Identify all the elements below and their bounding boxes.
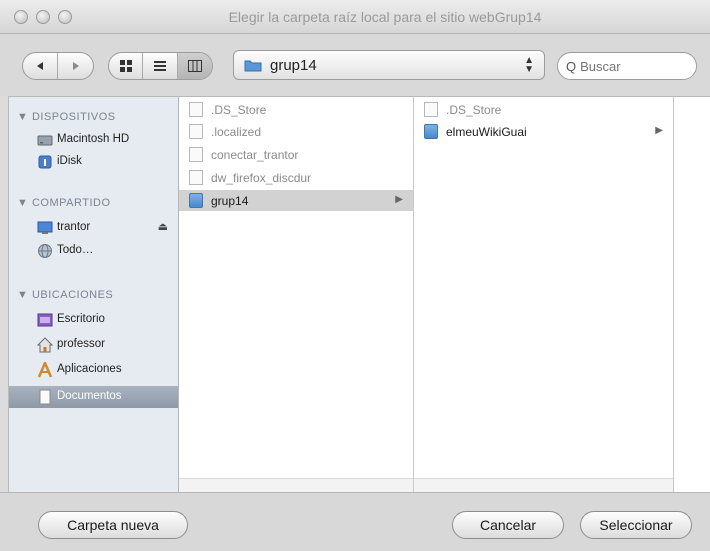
search-icon: Q bbox=[566, 58, 577, 74]
sidebar-section-places[interactable]: ▼ UBICACIONES bbox=[17, 289, 113, 301]
title-bar: Elegir la carpeta raíz local para el sit… bbox=[0, 0, 710, 34]
document-icon bbox=[189, 102, 203, 117]
browser-column-1: .DS_Store .localized conectar_trantor dw… bbox=[179, 97, 414, 492]
documents-icon bbox=[39, 389, 51, 405]
sidebar-item-macintosh-hd[interactable]: Macintosh HD bbox=[9, 129, 178, 151]
applications-icon bbox=[37, 362, 53, 378]
list-item[interactable]: .DS_Store bbox=[414, 99, 673, 120]
sidebar: ▼ DISPOSITIVOS Macintosh HD iDisk ▼ COMP… bbox=[9, 97, 179, 492]
folder-icon bbox=[424, 124, 438, 139]
sidebar-section-devices[interactable]: ▼ DISPOSITIVOS bbox=[17, 111, 116, 123]
column-view-button[interactable] bbox=[177, 53, 212, 79]
list-item-selected[interactable]: grup14 ▶ bbox=[179, 190, 413, 211]
nav-segmented-control bbox=[22, 52, 94, 80]
columns-icon bbox=[187, 60, 202, 72]
search-field[interactable]: Q bbox=[557, 52, 697, 80]
list-lines-icon bbox=[154, 61, 167, 71]
idisk-icon bbox=[38, 155, 52, 169]
new-folder-button[interactable]: Carpeta nueva bbox=[38, 511, 188, 539]
folder-icon bbox=[244, 60, 262, 72]
popup-arrows-icon: ▲ ▼ bbox=[524, 55, 534, 75]
sidebar-item-todo[interactable]: Todo… bbox=[9, 240, 178, 262]
browser-area: ▼ DISPOSITIVOS Macintosh HD iDisk ▼ COMP… bbox=[8, 96, 710, 492]
document-icon bbox=[189, 170, 203, 185]
back-button[interactable] bbox=[23, 53, 59, 79]
disclosure-arrow-icon: ▶ bbox=[655, 125, 663, 136]
hard-drive-icon bbox=[37, 135, 53, 146]
desktop-icon bbox=[37, 313, 53, 327]
sidebar-section-shared[interactable]: ▼ COMPARTIDO bbox=[17, 197, 111, 209]
open-panel-window: Elegir la carpeta raíz local para el sit… bbox=[0, 0, 710, 551]
close-button[interactable] bbox=[14, 10, 28, 24]
list-item[interactable]: .localized bbox=[179, 121, 413, 142]
network-computer-icon bbox=[37, 221, 53, 234]
sidebar-item-documentos[interactable]: Documentos bbox=[9, 386, 178, 408]
list-view-button[interactable] bbox=[143, 53, 178, 79]
sidebar-item-idisk[interactable]: iDisk bbox=[9, 151, 178, 173]
search-input[interactable] bbox=[580, 58, 677, 74]
location-popup[interactable]: grup14 ▲ ▼ bbox=[233, 50, 545, 80]
home-icon bbox=[37, 337, 53, 353]
list-item[interactable]: conectar_trantor bbox=[179, 144, 413, 165]
bottom-bar: Carpeta nueva Cancelar Seleccionar bbox=[0, 492, 710, 551]
list-item[interactable]: dw_firefox_discdur bbox=[179, 167, 413, 188]
window-title: Elegir la carpeta raíz local para el sit… bbox=[228, 9, 542, 25]
location-label: grup14 bbox=[270, 56, 317, 74]
sidebar-item-aplicaciones[interactable]: Aplicaciones bbox=[9, 359, 178, 381]
zoom-button[interactable] bbox=[58, 10, 72, 24]
list-item[interactable]: .DS_Store bbox=[179, 99, 413, 120]
document-icon bbox=[189, 147, 203, 162]
icon-grid-icon bbox=[119, 60, 132, 72]
sidebar-item-trantor[interactable]: trantor ⏏ bbox=[9, 217, 178, 239]
list-item[interactable]: elmeuWikiGuai ▶ bbox=[414, 121, 673, 142]
toolbar: grup14 ▲ ▼ Q bbox=[0, 34, 710, 96]
cancel-button[interactable]: Cancelar bbox=[452, 511, 564, 539]
document-icon bbox=[189, 124, 203, 139]
view-mode-control bbox=[108, 52, 213, 80]
horizontal-scrollbar[interactable] bbox=[179, 478, 413, 492]
horizontal-scrollbar[interactable] bbox=[414, 478, 673, 492]
network-globe-icon bbox=[38, 244, 52, 258]
forward-button[interactable] bbox=[58, 53, 93, 79]
disclosure-arrow-icon: ▶ bbox=[395, 194, 403, 205]
forward-arrow-icon bbox=[72, 62, 79, 70]
minimize-button[interactable] bbox=[36, 10, 50, 24]
folder-icon bbox=[189, 193, 203, 208]
select-button[interactable]: Seleccionar bbox=[580, 511, 692, 539]
document-icon bbox=[424, 102, 438, 117]
sidebar-item-escritorio[interactable]: Escritorio bbox=[9, 309, 178, 331]
back-arrow-icon bbox=[37, 62, 43, 70]
sidebar-item-professor[interactable]: professor bbox=[9, 334, 178, 356]
browser-column-2: .DS_Store elmeuWikiGuai ▶ bbox=[414, 97, 674, 492]
icon-view-button[interactable] bbox=[109, 53, 144, 79]
eject-icon[interactable]: ⏏ bbox=[158, 220, 168, 233]
browser-column-3 bbox=[674, 97, 710, 492]
